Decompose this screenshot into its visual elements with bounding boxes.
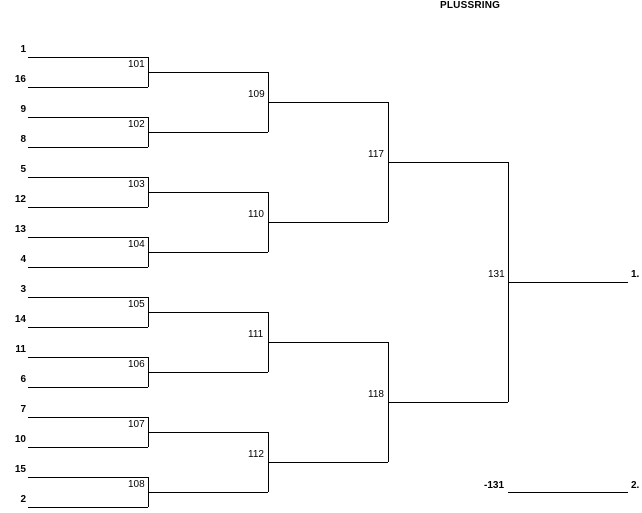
- entry-line: [28, 507, 148, 508]
- first-place-label: 1.: [631, 269, 640, 280]
- match-number: 106: [128, 359, 145, 370]
- match-number: 104: [128, 239, 145, 250]
- entry-line: [28, 177, 148, 178]
- advance-line: [148, 432, 268, 433]
- entry-line: [28, 87, 148, 88]
- runner-up-line: [508, 492, 628, 493]
- advance-line: [148, 492, 268, 493]
- entry-line: [28, 57, 148, 58]
- match-number: 112: [248, 449, 264, 460]
- match-number: 107: [128, 419, 145, 430]
- loser-reference: -131: [484, 480, 505, 491]
- entry-line: [28, 117, 148, 118]
- advance-line: [148, 132, 268, 133]
- seed-label: 6: [20, 374, 26, 385]
- entry-line: [28, 237, 148, 238]
- advance-line: [268, 222, 388, 223]
- advance-line: [148, 252, 268, 253]
- match-number: 117: [368, 149, 384, 160]
- entry-line: [28, 447, 148, 448]
- match-number: 105: [128, 299, 145, 310]
- seed-label: 1: [20, 44, 26, 55]
- seed-label: 11: [15, 344, 26, 355]
- entry-line: [28, 327, 148, 328]
- seed-label: 12: [14, 194, 26, 205]
- match-number: 109: [248, 89, 265, 100]
- seed-label: 4: [20, 254, 26, 265]
- seed-label: 8: [20, 134, 26, 145]
- entry-line: [28, 387, 148, 388]
- entry-line: [28, 477, 148, 478]
- match-number: 111: [248, 329, 264, 340]
- advance-line: [148, 192, 268, 193]
- seed-label: 7: [20, 404, 26, 415]
- seed-label: 14: [14, 314, 26, 325]
- bracket-title: PLUSSRING: [440, 0, 501, 11]
- advance-line: [388, 162, 508, 163]
- second-place-label: 2.: [631, 480, 640, 491]
- match-number: 110: [248, 209, 264, 220]
- entry-line: [28, 267, 148, 268]
- advance-line: [148, 372, 268, 373]
- match-number: 103: [128, 179, 145, 190]
- entry-line: [28, 147, 148, 148]
- seed-label: 15: [14, 464, 26, 475]
- advance-line: [388, 402, 508, 403]
- advance-line: [268, 462, 388, 463]
- seed-label: 2: [20, 494, 26, 505]
- seed-label: 5: [20, 164, 26, 175]
- entry-line: [28, 207, 148, 208]
- match-number: 102: [128, 119, 145, 130]
- seed-label: 9: [20, 104, 26, 115]
- seed-label: 3: [20, 284, 26, 295]
- seed-label: 16: [14, 74, 26, 85]
- match-number: 108: [128, 479, 145, 490]
- match-number: 118: [368, 389, 384, 400]
- advance-line: [268, 342, 388, 343]
- advance-line: [148, 72, 268, 73]
- entry-line: [28, 357, 148, 358]
- advance-line: [268, 102, 388, 103]
- winner-line: [508, 282, 628, 283]
- match-number: 131: [488, 269, 505, 280]
- advance-line: [148, 312, 268, 313]
- seed-label: 10: [14, 434, 26, 445]
- match-number: 101: [128, 59, 145, 70]
- seed-label: 13: [14, 224, 26, 235]
- entry-line: [28, 417, 148, 418]
- entry-line: [28, 297, 148, 298]
